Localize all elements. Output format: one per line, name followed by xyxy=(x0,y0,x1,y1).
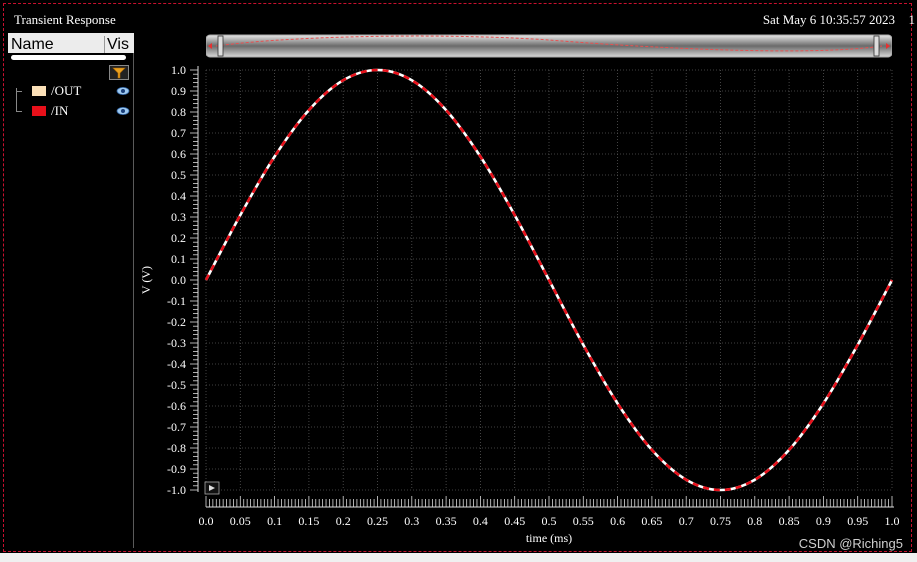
y-tick-label: 0.7 xyxy=(171,126,186,140)
x-tick-label: 0.6 xyxy=(610,514,625,528)
x-tick-label: 0.75 xyxy=(710,514,731,528)
y-tick-label: 0.3 xyxy=(171,210,186,224)
y-tick-label: -0.7 xyxy=(167,420,186,434)
play-button[interactable] xyxy=(204,481,220,495)
watermark: CSDN @Riching5 xyxy=(798,536,903,551)
plot-area[interactable]: 1.0 0.9 0.8 0.7 0.6 0.5 0.4 0.3 0.2 0.1 0.0 -0.1 -0.… xyxy=(0,0,917,562)
x-tick-label: 1.0 xyxy=(885,514,900,528)
x-axis-title: time (ms) xyxy=(526,531,572,545)
x-tick-label: 0.4 xyxy=(473,514,488,528)
y-tick-label: -0.8 xyxy=(167,441,186,455)
y-tick-label: 0.1 xyxy=(171,252,186,266)
y-tick-label: 0.8 xyxy=(171,105,186,119)
x-tick-label: 0.8 xyxy=(747,514,762,528)
status-strip xyxy=(0,553,917,562)
y-tick-label: 0.6 xyxy=(171,147,186,161)
x-tick-label: 0.9 xyxy=(816,514,831,528)
axes xyxy=(190,66,894,508)
x-tick-label: 0.55 xyxy=(573,514,594,528)
x-tick-label: 0.35 xyxy=(436,514,457,528)
x-tick-label: 0.65 xyxy=(641,514,662,528)
y-tick-label: 0.4 xyxy=(171,189,186,203)
x-tick-label: 0.0 xyxy=(199,514,214,528)
waveform-window: Transient Response Sat May 6 10:35:57 20… xyxy=(0,0,917,562)
x-tick-label: 0.3 xyxy=(404,514,419,528)
x-tick-label: 0.05 xyxy=(230,514,251,528)
y-tick-label: -0.4 xyxy=(167,357,186,371)
y-tick-label: 0.5 xyxy=(171,168,186,182)
x-tick-label: 0.25 xyxy=(367,514,388,528)
y-tick-label: -0.9 xyxy=(167,462,186,476)
x-tick-label: 0.15 xyxy=(298,514,319,528)
y-tick-label: -1.0 xyxy=(167,483,186,497)
y-tick-label: -0.1 xyxy=(167,294,186,308)
y-tick-label: 1.0 xyxy=(171,63,186,77)
x-tick-label: 0.7 xyxy=(679,514,694,528)
x-tick-label: 0.95 xyxy=(847,514,868,528)
axis-labels: 1.0 0.9 0.8 0.7 0.6 0.5 0.4 0.3 0.2 0.1 0.0 -0.1 -0.… xyxy=(139,63,900,545)
y-tick-label: 0.2 xyxy=(171,231,186,245)
y-tick-label: -0.6 xyxy=(167,399,186,413)
y-tick-label: 0.0 xyxy=(171,273,186,287)
x-tick-label: 0.85 xyxy=(779,514,800,528)
x-tick-label: 0.5 xyxy=(542,514,557,528)
y-tick-label: -0.2 xyxy=(167,315,186,329)
x-tick-label: 0.1 xyxy=(267,514,282,528)
y-tick-label: -0.3 xyxy=(167,336,186,350)
x-tick-label: 0.2 xyxy=(336,514,351,528)
x-tick-label: 0.45 xyxy=(504,514,525,528)
y-tick-label: 0.9 xyxy=(171,84,186,98)
y-tick-label: -0.5 xyxy=(167,378,186,392)
y-axis-title: V (V) xyxy=(139,266,153,294)
